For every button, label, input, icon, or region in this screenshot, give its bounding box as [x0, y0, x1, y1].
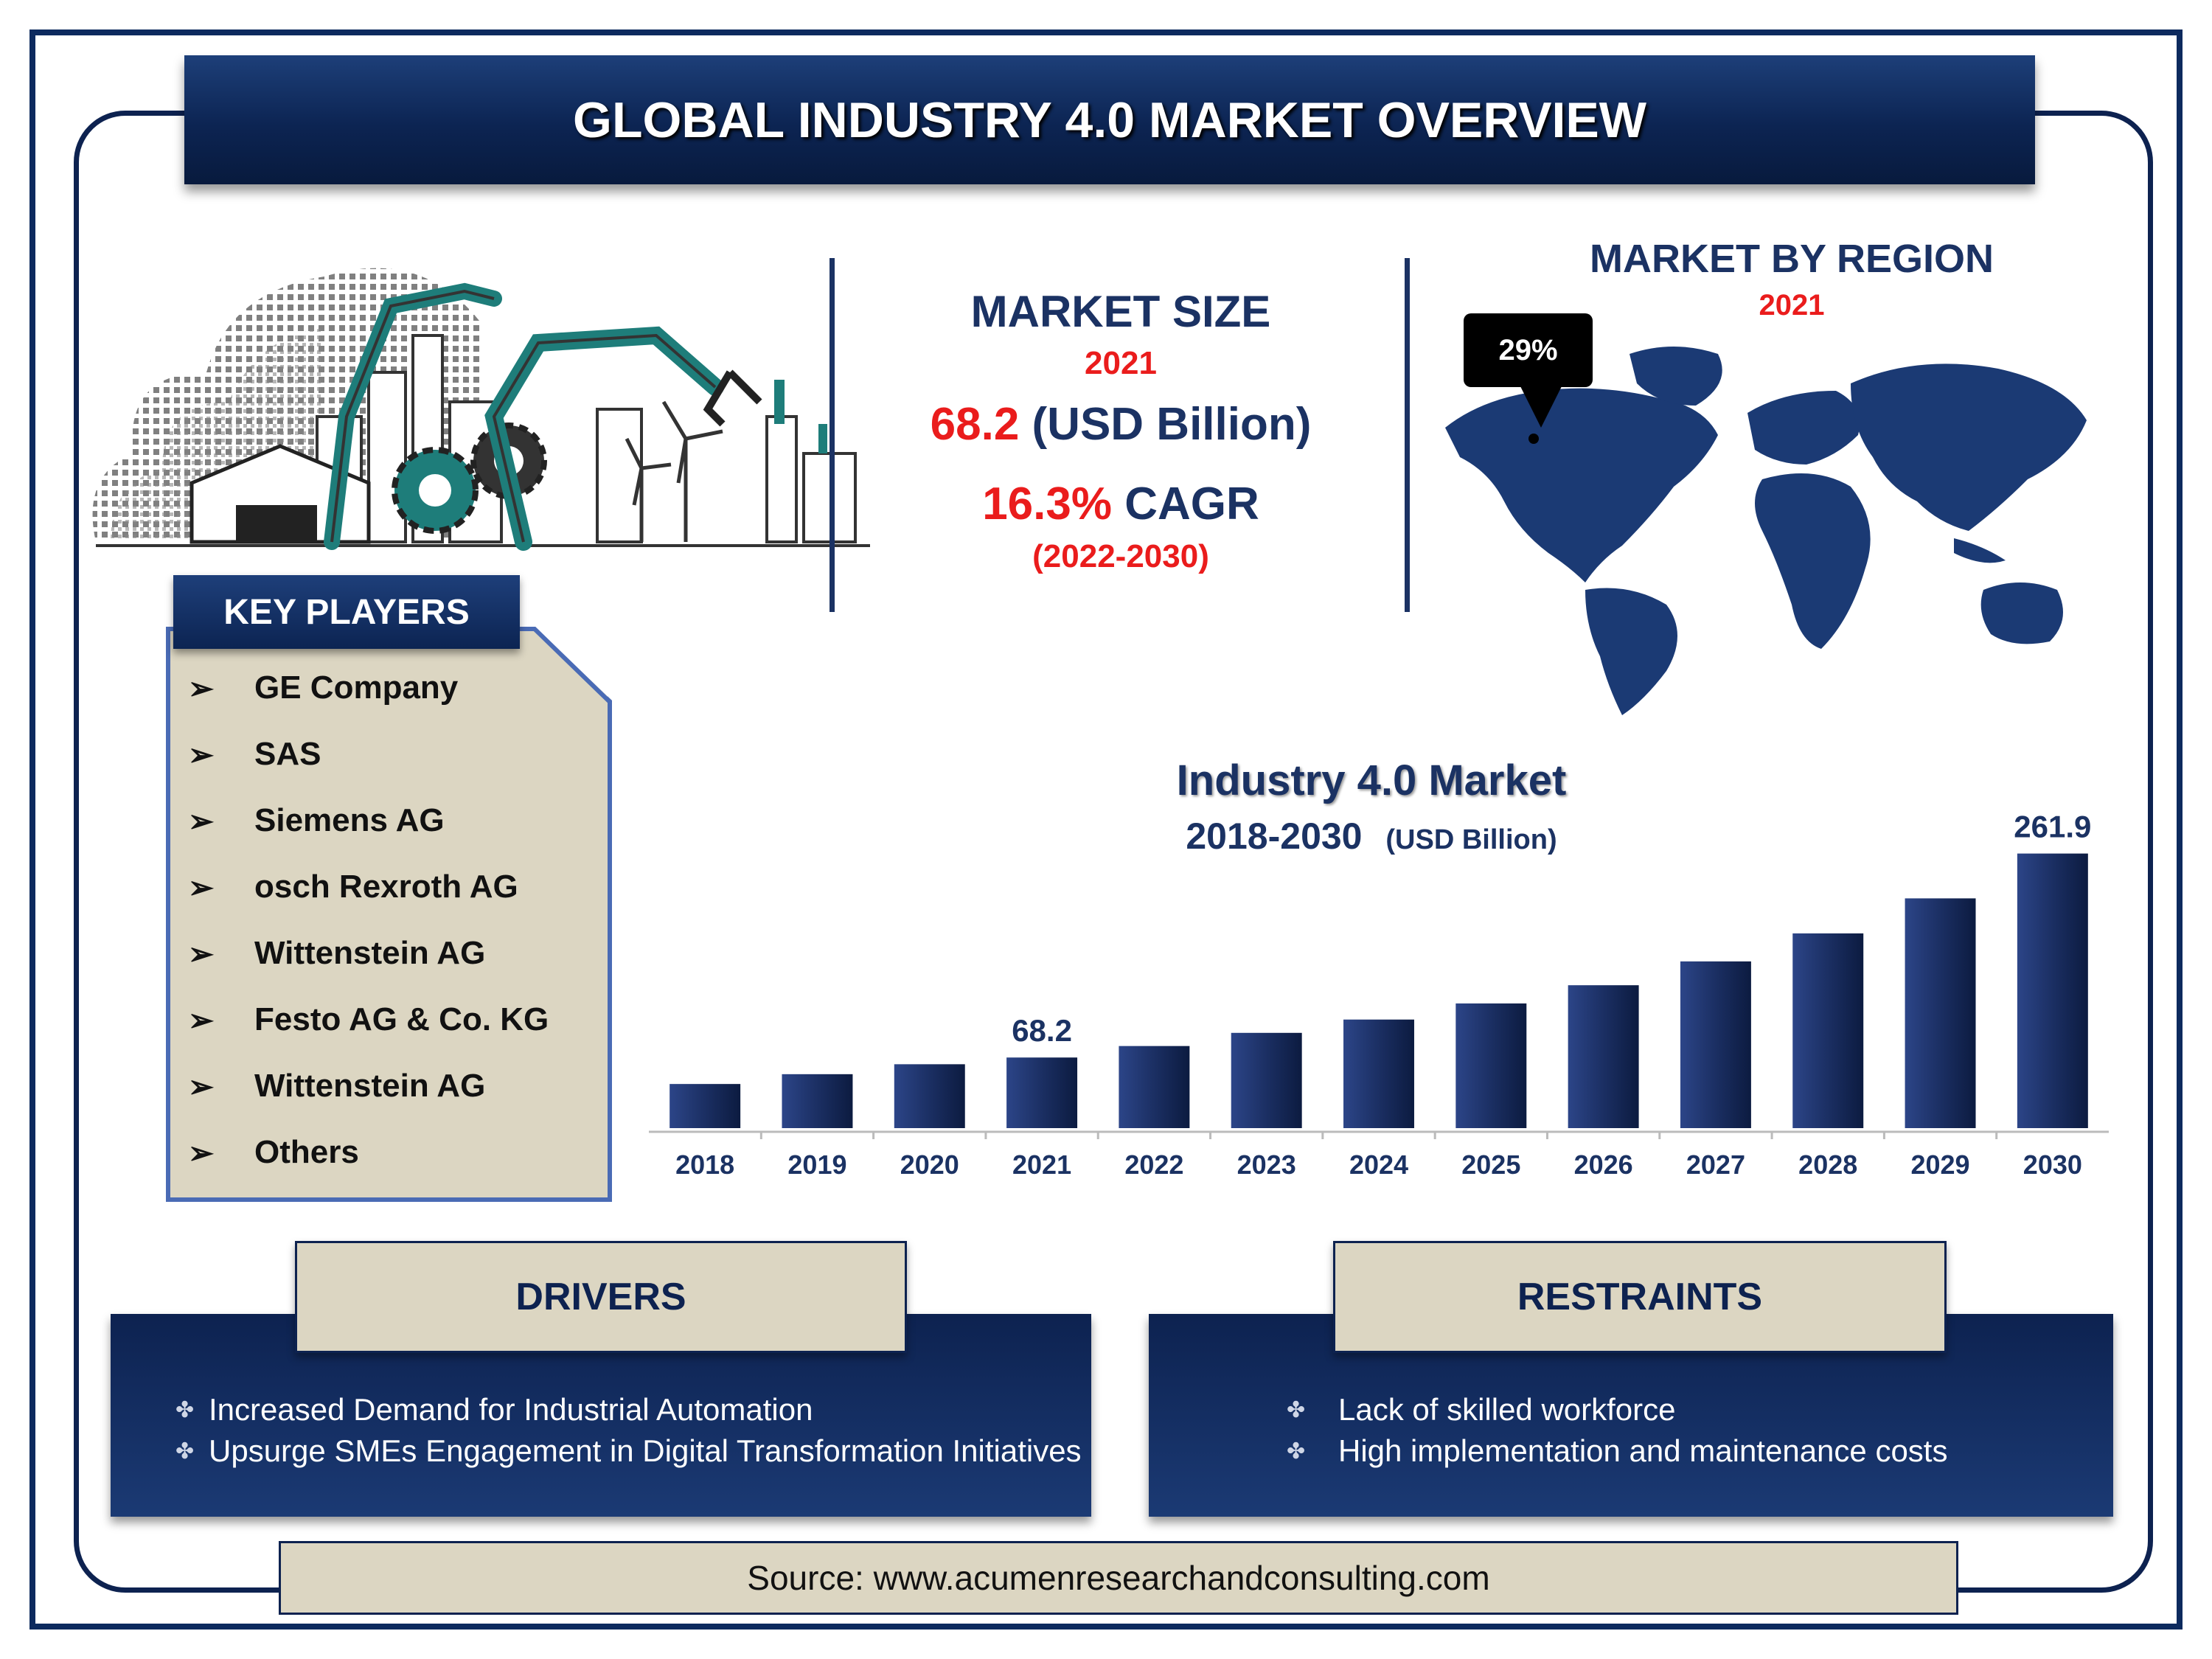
region-callout-value: 29% — [1498, 333, 1558, 366]
cagr-line: 16.3% CAGR — [848, 478, 1394, 530]
source-text: Source: www.acumenresearchandconsulting.… — [747, 1559, 1490, 1597]
bar-2019 — [782, 1074, 853, 1128]
x-tick-label: 2025 — [1461, 1150, 1520, 1180]
bullet-icon: ✤ — [175, 1439, 195, 1464]
bar-2026 — [1568, 985, 1639, 1128]
x-tick-label: 2028 — [1798, 1150, 1857, 1180]
arrow-icon: ➢ — [188, 803, 215, 838]
cagr-period: (2022-2030) — [1032, 538, 1209, 574]
data-label-2030: 261.9 — [2014, 810, 2091, 844]
market-size-value: 68.2 — [930, 399, 1020, 450]
bullet-icon: ✤ — [175, 1397, 195, 1422]
bar-2020 — [894, 1064, 965, 1128]
bar-2018 — [669, 1084, 741, 1128]
x-tick-label: 2029 — [1910, 1150, 1969, 1180]
arrow-icon: ➢ — [188, 936, 215, 971]
driver-item: ✤ Increased Demand for Industrial Automat… — [175, 1392, 813, 1427]
region-heading: MARKET BY REGION — [1589, 237, 1994, 281]
market-size-year: 2021 — [1085, 345, 1157, 381]
bar-2021 — [1006, 1057, 1078, 1128]
divider-right — [1405, 258, 1410, 612]
drivers-heading: DRIVERS — [515, 1276, 686, 1318]
divider-left — [830, 258, 835, 612]
market-size-value-line: 68.2 (USD Billion) — [848, 398, 1394, 451]
bar-2030 — [2017, 853, 2088, 1128]
callout-pointer — [1519, 383, 1563, 428]
restraints-tab: RESTRAINTS — [1333, 1241, 1947, 1353]
bar-2025 — [1455, 1003, 1527, 1128]
x-tick-label: 2022 — [1124, 1150, 1183, 1180]
region-callout: 29% — [1464, 313, 1593, 387]
bar-chart: 68.2 261.9 2018 2019 2020 2021 2022 2023 2024 20… — [649, 810, 2109, 1180]
bar-2028 — [1792, 933, 1864, 1128]
bar-2023 — [1231, 1032, 1302, 1128]
south-america-shape — [1585, 588, 1677, 715]
x-tick-label: 2024 — [1349, 1150, 1408, 1180]
key-players-heading: KEY PLAYERS — [223, 592, 470, 632]
market-size-heading: MARKET SIZE — [970, 287, 1271, 336]
restraint-item: ✤ Lack of skilled workforce — [1287, 1392, 1676, 1427]
x-tick-label: 2019 — [787, 1150, 846, 1180]
bullet-icon: ✤ — [1287, 1439, 1306, 1464]
cagr-value: 16.3% — [982, 479, 1112, 529]
arrow-icon: ➢ — [188, 670, 215, 706]
arrow-icon: ➢ — [188, 737, 215, 772]
key-player-item: ➢ osch Rexroth AG — [188, 869, 518, 905]
arrow-icon: ➢ — [188, 1068, 215, 1104]
page-title: GLOBAL INDUSTRY 4.0 MARKET OVERVIEW — [573, 91, 1646, 148]
data-label-2021: 68.2 — [1012, 1013, 1072, 1048]
africa-shape — [1755, 473, 1871, 649]
restraints-heading: RESTRAINTS — [1517, 1276, 1763, 1318]
source-bar: Source: www.acumenresearchandconsulting.… — [279, 1541, 1958, 1615]
arrow-icon: ➢ — [188, 1135, 215, 1170]
driver-item: ✤ Upsurge SMEs Engagement in Digital Tran… — [175, 1433, 1082, 1468]
australia-shape — [1980, 582, 2063, 644]
key-player-item: ➢ Siemens AG — [188, 802, 445, 838]
key-player-item: ➢ GE Company — [188, 669, 459, 706]
europe-shape — [1747, 391, 1860, 465]
x-tick-label: 2020 — [900, 1150, 959, 1180]
bar-2024 — [1343, 1019, 1414, 1128]
x-tick-label: 2026 — [1574, 1150, 1633, 1180]
title-banner: GLOBAL INDUSTRY 4.0 MARKET OVERVIEW — [184, 55, 2035, 184]
key-player-item: ➢ Others — [188, 1134, 359, 1170]
industry-illustration — [92, 268, 870, 551]
bullet-icon: ✤ — [1287, 1397, 1306, 1422]
bar-2027 — [1680, 961, 1751, 1128]
x-tick-label: 2030 — [2023, 1150, 2082, 1180]
arrow-icon: ➢ — [188, 869, 215, 905]
key-players-tab: KEY PLAYERS — [173, 575, 520, 649]
x-tick-label: 2027 — [1686, 1150, 1745, 1180]
x-tick-label: 2021 — [1012, 1150, 1071, 1180]
x-tick-label: 2018 — [675, 1150, 734, 1180]
key-player-item: ➢ Wittenstein AG — [188, 935, 486, 971]
x-tick-label: 2023 — [1237, 1150, 1296, 1180]
bar-2029 — [1905, 898, 1976, 1128]
bar-2022 — [1119, 1046, 1190, 1128]
cagr-label: CAGR — [1124, 479, 1259, 529]
key-players-border — [166, 627, 612, 1202]
key-player-item: ➢ Wittenstein AG — [188, 1068, 486, 1104]
arrow-icon: ➢ — [188, 1002, 215, 1037]
drivers-tab: DRIVERS — [295, 1241, 907, 1353]
restraint-item: ✤ High implementation and maintenance cos… — [1287, 1433, 1948, 1468]
key-player-item: ➢ Festo AG & Co. KG — [188, 1001, 549, 1037]
asia-shape — [1851, 364, 2087, 531]
market-size-unit: (USD Billion) — [1032, 399, 1312, 450]
key-player-item: ➢ SAS — [188, 736, 321, 772]
